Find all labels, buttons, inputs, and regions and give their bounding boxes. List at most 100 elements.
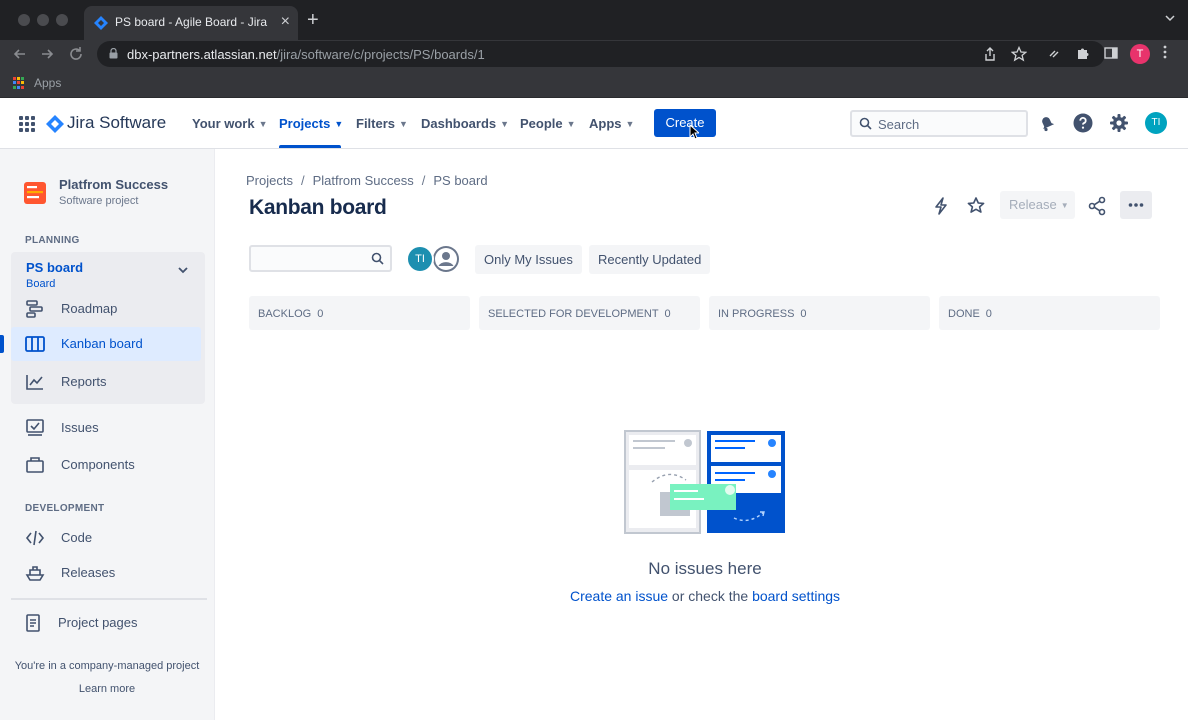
sidebar-item-label: Kanban board — [61, 336, 143, 351]
window-zoom-dot[interactable] — [56, 14, 68, 26]
notifications-icon[interactable] — [1037, 113, 1057, 133]
browser-tab-active[interactable]: PS board - Agile Board - Jira × — [84, 6, 298, 40]
empty-state-text: Create an issue or check the board setti… — [500, 588, 910, 604]
new-tab-icon[interactable]: + — [307, 9, 319, 31]
nav-your-work[interactable]: Your work ▼ — [192, 116, 268, 131]
nav-people-label: People — [520, 116, 563, 131]
recently-updated-filter[interactable]: Recently Updated — [589, 245, 711, 274]
browser-profile-avatar[interactable]: T — [1130, 44, 1150, 64]
back-arrow-icon[interactable] — [10, 44, 30, 64]
board-settings-link[interactable]: board settings — [752, 588, 840, 604]
nav-dashboards[interactable]: Dashboards ▼ — [421, 116, 509, 131]
development-section-label: DEVELOPMENT — [25, 503, 105, 514]
breadcrumb-board[interactable]: PS board — [433, 173, 487, 188]
help-icon[interactable] — [1073, 113, 1093, 133]
url-field[interactable]: dbx-partners.atlassian.net/jira/software… — [97, 41, 1105, 67]
forward-arrow-icon[interactable] — [37, 44, 57, 64]
learn-more-link[interactable]: Learn more — [0, 683, 214, 695]
sidebar-item-project-pages[interactable]: Project pages — [11, 606, 201, 640]
jira-top-nav: Jira Software Your work ▼ Projects ▼ Filte… — [0, 99, 1188, 149]
sidebar-item-issues[interactable]: Issues — [11, 411, 201, 445]
roadmap-icon — [26, 300, 43, 318]
sidebar-item-roadmap[interactable]: Roadmap — [11, 292, 201, 326]
side-panel-icon[interactable] — [1103, 45, 1119, 61]
window-minimize-dot[interactable] — [37, 14, 49, 26]
project-name[interactable]: Platfrom Success — [59, 177, 168, 192]
app-switcher-icon[interactable] — [19, 116, 35, 132]
column-selected-for-development: SELECTED FOR DEVELOPMENT 0 — [479, 296, 700, 330]
board-sub-label: Board — [26, 278, 56, 290]
create-button[interactable]: Create — [654, 109, 716, 137]
window-close-dot[interactable] — [18, 14, 30, 26]
sidebar-item-label: Releases — [61, 565, 116, 580]
avatar-filter-ti[interactable]: TI — [406, 245, 434, 273]
search-input[interactable] — [878, 115, 1018, 133]
sidebar-item-label: Project pages — [58, 615, 138, 630]
global-search[interactable] — [850, 110, 1028, 137]
nav-people[interactable]: People ▼ — [520, 116, 576, 131]
more-actions-button[interactable] — [1120, 191, 1152, 219]
planning-section-label: PLANNING — [25, 235, 80, 246]
share-icon[interactable] — [1087, 196, 1107, 216]
unassigned-avatar-filter[interactable] — [431, 244, 461, 274]
more-dots-icon — [1128, 203, 1144, 207]
column-title: DONE — [948, 308, 980, 320]
sidebar-divider — [11, 598, 207, 600]
share-page-icon[interactable] — [982, 46, 998, 62]
sidebar-item-kanban-board[interactable]: Kanban board — [0, 327, 201, 361]
code-icon — [25, 530, 45, 546]
board-name[interactable]: PS board — [26, 260, 83, 275]
nav-filters[interactable]: Filters ▼ — [356, 116, 408, 131]
bookmark-star-icon[interactable] — [1011, 46, 1027, 62]
only-my-issues-filter[interactable]: Only My Issues — [475, 245, 582, 274]
project-type: Software project — [59, 195, 139, 207]
star-icon[interactable] — [966, 196, 986, 216]
jira-logo-icon[interactable] — [46, 115, 64, 133]
column-count: 0 — [664, 308, 671, 320]
nav-projects-label: Projects — [279, 116, 331, 131]
sidebar-item-components[interactable]: Components — [11, 448, 201, 482]
column-backlog: BACKLOG 0 — [249, 296, 470, 330]
tab-search-chevron-icon[interactable] — [1164, 12, 1176, 24]
components-icon — [26, 457, 44, 473]
column-title: SELECTED FOR DEVELOPMENT — [488, 308, 659, 320]
bookmarks-apps-link[interactable]: Apps — [34, 76, 61, 90]
sidebar-item-releases[interactable]: Releases — [11, 556, 201, 590]
jira-logo-text[interactable]: Jira Software — [67, 113, 166, 133]
jira-favicon-icon — [94, 16, 108, 30]
chevron-down-icon[interactable] — [178, 266, 188, 274]
kanban-board-icon — [25, 336, 45, 352]
browser-address-bar: dbx-partners.atlassian.net/jira/software… — [0, 40, 1188, 68]
project-avatar-icon[interactable] — [24, 182, 46, 204]
apps-grid-icon[interactable] — [13, 77, 25, 89]
empty-board-illustration — [624, 430, 785, 534]
lock-icon[interactable] — [109, 48, 118, 59]
create-issue-link[interactable]: Create an issue — [570, 588, 668, 604]
settings-gear-icon[interactable] — [1109, 113, 1129, 133]
project-sidebar: Platfrom Success Software project PLANNI… — [0, 149, 215, 720]
breadcrumb: Projects / Platfrom Success / PS board — [246, 173, 488, 188]
chevron-down-icon: ▼ — [399, 119, 408, 129]
extension-arrows-icon[interactable] — [1047, 45, 1063, 61]
release-button[interactable]: Release ▼ — [1000, 191, 1075, 219]
board-search[interactable] — [249, 245, 392, 272]
board-search-input[interactable] — [257, 250, 367, 268]
column-in-progress: IN PROGRESS 0 — [709, 296, 930, 330]
url-host: dbx-partners.atlassian.net — [127, 47, 277, 62]
breadcrumb-projects[interactable]: Projects — [246, 173, 293, 188]
column-done: DONE 0 — [939, 296, 1160, 330]
automation-lightning-icon[interactable] — [931, 196, 951, 216]
extensions-puzzle-icon[interactable] — [1075, 45, 1091, 61]
browser-menu-icon[interactable] — [1162, 44, 1168, 60]
nav-projects[interactable]: Projects ▼ — [279, 116, 343, 131]
column-title: BACKLOG — [258, 308, 312, 320]
user-avatar[interactable]: TI — [1145, 112, 1167, 134]
sidebar-item-reports[interactable]: Reports — [11, 365, 201, 399]
nav-apps[interactable]: Apps ▼ — [589, 116, 634, 131]
breadcrumb-project[interactable]: Platfrom Success — [313, 173, 414, 188]
sidebar-item-code[interactable]: Code — [11, 521, 201, 555]
reload-icon[interactable] — [66, 44, 86, 64]
nav-filters-label: Filters — [356, 116, 396, 131]
chevron-down-icon: ▼ — [566, 119, 576, 129]
tab-close-icon[interactable]: × — [281, 12, 290, 32]
